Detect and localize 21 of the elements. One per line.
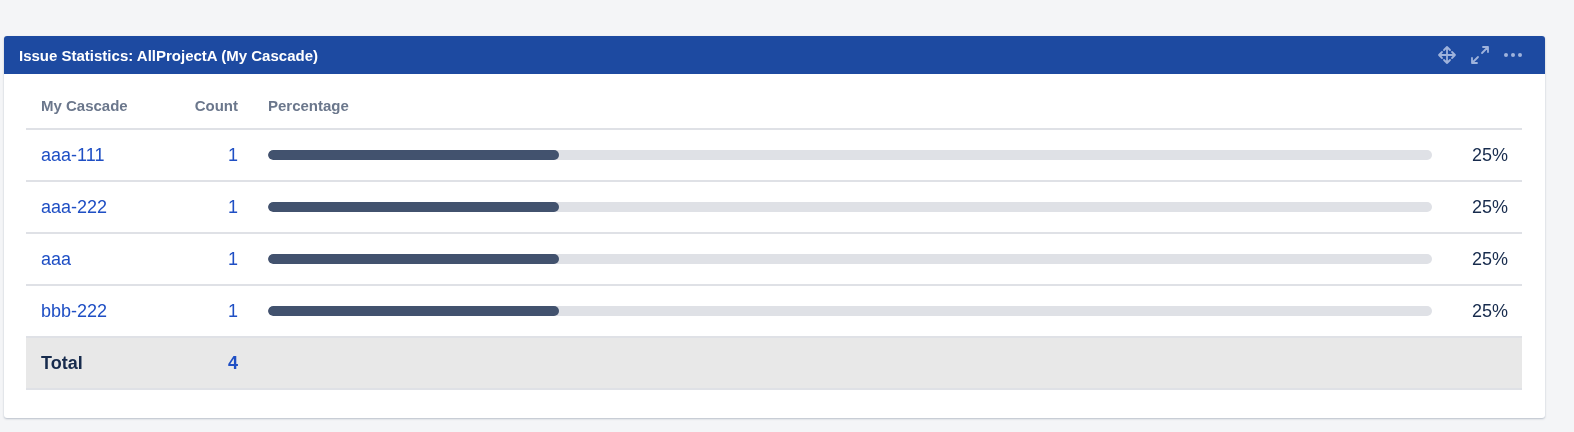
cascade-link[interactable]: aaa [26, 248, 72, 270]
count-link[interactable]: 1 [228, 144, 238, 166]
column-header: Count [193, 96, 238, 114]
total-label: Total [40, 352, 84, 374]
cascade-link[interactable]: bbb-222 [26, 300, 108, 322]
percentage-value: 25% [1471, 248, 1509, 270]
percentage-value: 25% [1471, 300, 1509, 322]
cascade-link[interactable]: aaa-111 [26, 144, 105, 166]
count-link[interactable]: 1 [228, 196, 238, 218]
column-header: My Cascade [40, 96, 129, 114]
cascade-link[interactable]: aaa-222 [26, 196, 108, 218]
count-link[interactable]: 1 [228, 248, 238, 270]
column-header: Percentage [267, 96, 350, 114]
more-icon[interactable] [1503, 52, 1523, 58]
percentage-value: 25% [1471, 144, 1509, 166]
total-count-link[interactable]: 4 [228, 352, 238, 374]
move-icon[interactable] [1437, 45, 1457, 65]
gadget-title: Issue Statistics: AllProjectA (My Cascade) [19, 46, 318, 64]
percentage-value: 25% [1471, 196, 1509, 218]
expand-icon[interactable] [1470, 45, 1490, 65]
count-link[interactable]: 1 [228, 300, 238, 322]
